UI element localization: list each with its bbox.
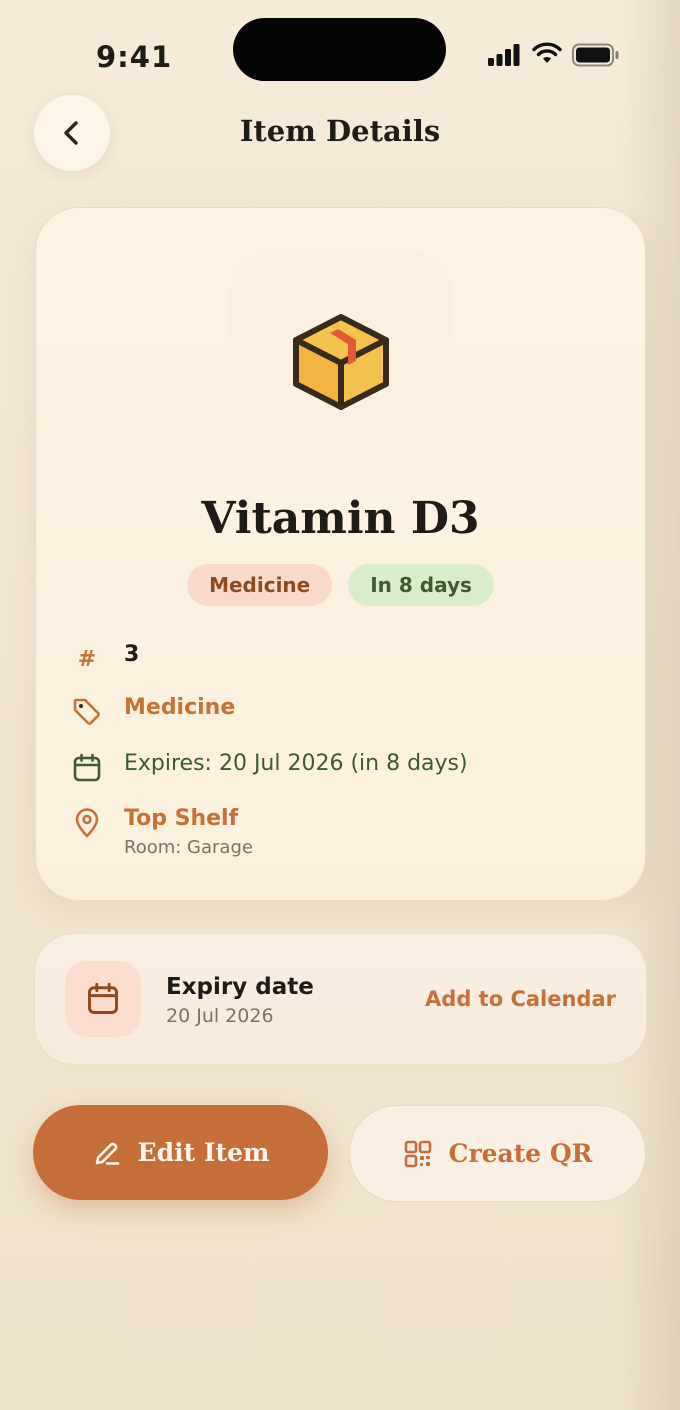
expiry-card-title: Expiry date	[166, 974, 314, 1000]
pencil-icon	[95, 1142, 119, 1165]
expiry-icon-box	[65, 961, 141, 1037]
location-row: Top Shelf Room: Garage	[70, 806, 253, 858]
status-bar: 9:41	[0, 0, 680, 100]
hash-icon: #	[77, 646, 97, 672]
item-image	[229, 250, 453, 474]
qr-code-icon	[404, 1140, 431, 1167]
category-badge: Medicine	[187, 564, 333, 606]
battery-icon	[572, 43, 619, 67]
dynamic-island	[233, 18, 446, 81]
cellular-signal-icon	[488, 44, 520, 66]
edit-item-label: Edit Item	[137, 1138, 270, 1167]
create-qr-button[interactable]: Create QR	[349, 1105, 646, 1202]
map-pin-icon	[75, 808, 99, 838]
calendar-icon	[88, 982, 118, 1014]
edit-item-button[interactable]: Edit Item	[33, 1105, 328, 1200]
item-detail-card: Vitamin D3 Medicine In 8 days # 3 Medici…	[35, 207, 646, 901]
room-value: Room: Garage	[124, 837, 253, 858]
expires-row: Expires: 20 Jul 2026 (in 8 days)	[70, 751, 468, 785]
add-to-calendar-link[interactable]: Add to Calendar	[425, 987, 616, 1011]
location-value: Top Shelf	[124, 806, 239, 831]
item-badges: Medicine In 8 days	[36, 564, 645, 606]
expiry-card-date: 20 Jul 2026	[166, 1005, 274, 1027]
expiry-date-card: Expiry date 20 Jul 2026 Add to Calendar	[34, 933, 647, 1065]
page-title: Item Details	[239, 114, 441, 148]
calendar-icon	[73, 753, 101, 782]
item-name: Vitamin D3	[201, 493, 480, 544]
package-box-icon	[293, 314, 389, 410]
category-row: Medicine	[70, 695, 235, 729]
quantity-value: 3	[124, 642, 140, 667]
tag-icon	[73, 698, 100, 725]
expires-value: Expires: 20 Jul 2026 (in 8 days)	[124, 751, 468, 776]
category-value: Medicine	[124, 695, 236, 720]
quantity-row: # 3	[70, 642, 140, 676]
expiry-badge: In 8 days	[348, 564, 494, 606]
wifi-icon	[532, 42, 562, 63]
create-qr-label: Create QR	[448, 1139, 593, 1168]
location-block: Top Shelf Room: Garage	[124, 806, 253, 858]
status-time: 9:41	[96, 40, 173, 74]
